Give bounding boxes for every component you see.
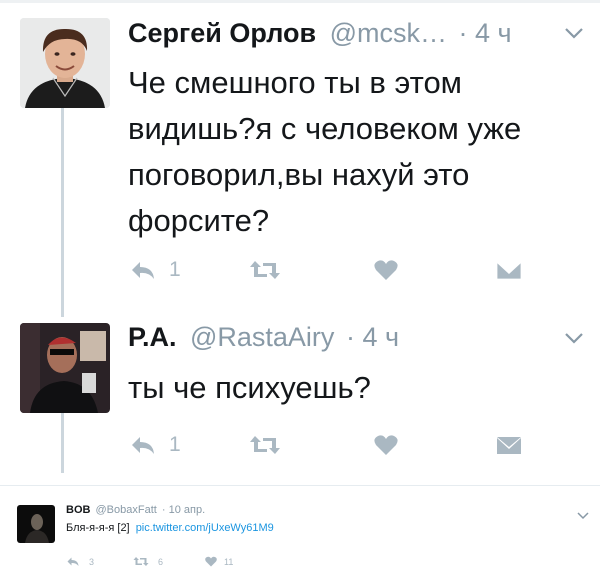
envelope-icon bbox=[496, 261, 522, 280]
person-photo-icon bbox=[20, 323, 110, 413]
thread-line-bottom bbox=[61, 413, 64, 473]
author-name[interactable]: BOB bbox=[66, 504, 90, 516]
tweet-text: Бля-я-я-я [2] bbox=[66, 522, 130, 534]
timestamp[interactable]: 10 апр. bbox=[169, 504, 206, 516]
divider bbox=[0, 485, 600, 486]
separator-dot: · bbox=[458, 18, 468, 48]
reply-count: 1 bbox=[169, 258, 181, 281]
media-link[interactable]: pic.twitter.com/jUxeWy61M9 bbox=[136, 522, 274, 534]
avatar[interactable] bbox=[20, 323, 110, 413]
like-button[interactable] bbox=[374, 259, 398, 281]
heart-icon bbox=[205, 556, 217, 567]
retweet-icon bbox=[250, 436, 280, 454]
reply-button[interactable]: 1 bbox=[129, 258, 181, 282]
thread-line-top bbox=[61, 107, 64, 317]
tweet-line: ты че психуешь? bbox=[128, 370, 371, 405]
envelope-icon bbox=[497, 437, 521, 454]
chevron-down-icon[interactable] bbox=[577, 507, 589, 525]
reply-icon bbox=[132, 437, 154, 454]
retweet-count: 6 bbox=[158, 556, 164, 567]
chevron-down-icon[interactable] bbox=[564, 26, 584, 45]
author-handle[interactable]: @mcsk… bbox=[330, 18, 447, 48]
tweet-text: Че смешного ты в этом видишь?я с человек… bbox=[128, 60, 521, 244]
like-count: 11 bbox=[224, 556, 234, 567]
reply-button[interactable]: 1 bbox=[129, 433, 181, 457]
top-crop-edge bbox=[0, 0, 600, 3]
tweet-line: видишь?я с человеком уже bbox=[128, 111, 522, 146]
person-photo-icon bbox=[17, 505, 55, 543]
retweet-button[interactable] bbox=[249, 434, 281, 456]
retweet-button[interactable]: 6 bbox=[133, 556, 163, 567]
like-button[interactable]: 11 bbox=[205, 556, 233, 567]
like-button[interactable] bbox=[374, 434, 398, 456]
retweet-button[interactable] bbox=[249, 259, 281, 281]
person-photo-icon bbox=[20, 18, 110, 108]
avatar[interactable] bbox=[17, 505, 55, 543]
heart-icon bbox=[374, 435, 398, 455]
reply-icon bbox=[132, 262, 154, 279]
author-name[interactable]: Р.А. bbox=[128, 322, 176, 352]
timestamp[interactable]: 4 ч bbox=[475, 18, 512, 48]
tweet-line: поговорил,вы нахуй это bbox=[128, 157, 470, 192]
avatar[interactable] bbox=[20, 18, 110, 108]
heart-icon bbox=[374, 260, 398, 280]
chevron-down-icon[interactable] bbox=[564, 331, 584, 350]
reply-icon bbox=[67, 557, 79, 566]
message-button[interactable] bbox=[496, 259, 522, 281]
retweet-icon bbox=[250, 261, 280, 279]
tweet-line: Че смешного ты в этом bbox=[128, 65, 462, 100]
separator-dot: · bbox=[345, 322, 355, 352]
timestamp[interactable]: 4 ч bbox=[362, 322, 399, 352]
retweet-icon bbox=[133, 557, 149, 566]
separator-dot: · bbox=[161, 504, 166, 516]
reply-button[interactable]: 3 bbox=[66, 556, 94, 567]
tweet-line: форсите? bbox=[128, 203, 270, 238]
reply-count: 1 bbox=[169, 433, 181, 456]
message-button[interactable] bbox=[496, 434, 522, 456]
tweet-text: ты че психуешь? bbox=[128, 365, 371, 411]
author-handle[interactable]: @BobaxFatt bbox=[96, 504, 157, 516]
reply-count: 3 bbox=[89, 556, 95, 567]
author-handle[interactable]: @RastaAiry bbox=[190, 322, 334, 352]
author-name[interactable]: Сергей Орлов bbox=[128, 18, 316, 48]
